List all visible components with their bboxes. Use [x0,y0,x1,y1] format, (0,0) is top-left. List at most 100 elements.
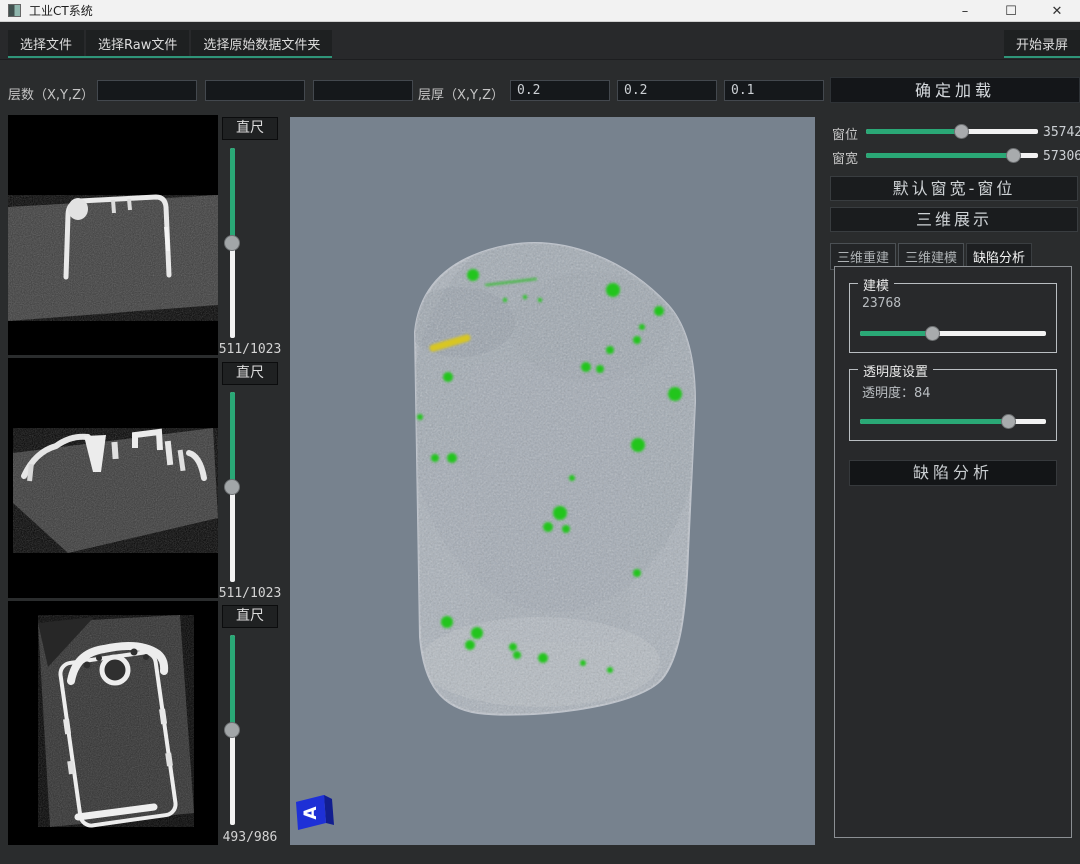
slider-handle[interactable] [954,124,969,139]
3d-viewport[interactable]: A [290,117,815,845]
slider-fill [230,635,235,730]
defect-marker [503,298,507,302]
window-level-label: 窗位 [832,124,858,143]
defect-marker [606,283,620,297]
slice-position-3: 493/986 [218,830,282,845]
orientation-cube[interactable]: A [293,790,339,832]
defect-marker [668,387,682,401]
defect-marker [443,372,453,382]
3d-render [290,117,815,845]
app-icon [8,4,21,17]
slice-slider-3[interactable] [224,635,240,825]
select-file-button[interactable]: 选择文件 [8,30,84,56]
defect-marker [553,506,567,520]
defect-analysis-panel: 建模 23768 透明度设置 透明度：84 缺陷分析 [834,266,1072,838]
defect-marker [465,640,475,650]
layer-count-x-input[interactable] [97,80,197,101]
layer-thickness-x-input[interactable] [510,80,610,101]
opacity-group-title: 透明度设置 [858,361,933,380]
slider-fill [866,129,962,134]
slider-handle[interactable] [925,326,940,341]
confirm-load-button[interactable]: 确定加载 [830,77,1080,103]
defect-marker [596,365,604,373]
defect-marker [633,569,641,577]
file-button-group: 选择文件 选择Raw文件 选择原始数据文件夹 [8,30,332,58]
defect-marker [417,414,423,420]
slice-position-2: 511/1023 [218,586,282,601]
modeling-slider[interactable] [860,326,1046,341]
display-3d-button[interactable]: 三维展示 [830,207,1078,232]
defect-marker [467,269,479,281]
defect-marker [441,616,453,628]
select-raw-file-button[interactable]: 选择Raw文件 [86,30,189,56]
title-bar: 工业CT系统 – ☐ ✕ [0,0,1080,22]
window-width-label: 窗宽 [832,148,858,167]
defect-marker [509,643,517,651]
default-window-button[interactable]: 默认窗宽-窗位 [830,176,1078,201]
defect-marker [639,324,645,330]
layer-count-y-input[interactable] [205,80,305,101]
defect-marker [654,306,664,316]
slider-fill [866,153,1014,158]
slider-handle[interactable] [1006,148,1021,163]
slice-image-2 [8,358,218,598]
window-width-slider[interactable] [866,148,1038,163]
ruler-button-3[interactable]: 直尺 [222,605,278,628]
select-raw-folder-button[interactable]: 选择原始数据文件夹 [191,30,332,56]
layer-thickness-y-input[interactable] [617,80,717,101]
slice-slider-2[interactable] [224,392,240,582]
slice-view-3[interactable] [8,601,218,845]
slider-handle[interactable] [224,479,240,495]
slider-handle[interactable] [1001,414,1016,429]
layer-thickness-label: 层厚（X,Y,Z） [418,84,504,103]
window-title: 工业CT系统 [29,2,93,19]
slider-fill [230,392,235,487]
layer-thickness-z-input[interactable] [724,80,824,101]
minimize-button[interactable]: – [942,0,988,22]
defect-marker [631,438,645,452]
defect-marker [607,667,613,673]
layer-count-z-input[interactable] [313,80,413,101]
defect-marker [523,295,527,299]
slider-handle[interactable] [224,722,240,738]
modeling-value: 23768 [862,296,901,311]
start-recording-button[interactable]: 开始录屏 [1004,30,1080,56]
defect-marker [431,454,439,462]
slider-fill [860,419,1009,424]
slider-fill [860,331,933,336]
ruler-button-2[interactable]: 直尺 [222,362,278,385]
defect-marker [538,653,548,663]
maximize-button[interactable]: ☐ [988,0,1034,22]
defect-marker [569,475,575,481]
defect-analysis-button[interactable]: 缺陷分析 [849,460,1057,486]
slider-fill [230,148,235,243]
window-level-slider[interactable] [866,124,1038,139]
close-button[interactable]: ✕ [1034,0,1080,22]
slice-position-1: 511/1023 [218,342,282,357]
slice-view-1[interactable] [8,115,218,355]
window-controls: – ☐ ✕ [942,0,1080,22]
opacity-group: 透明度设置 透明度：84 [849,369,1057,441]
opacity-value-label: 透明度：84 [862,382,931,401]
record-button-group: 开始录屏 [1004,30,1080,58]
window-width-value: 57306 [1043,149,1080,164]
defect-marker [471,627,483,639]
defect-marker [513,651,521,659]
slice-view-2[interactable] [8,358,218,598]
defect-marker [633,336,641,344]
slider-handle[interactable] [224,235,240,251]
slice-image-1 [8,115,218,355]
window-level-value: 35742 [1043,125,1080,140]
defect-marker [538,298,542,302]
toolbar: 选择文件 选择Raw文件 选择原始数据文件夹 开始录屏 [0,22,1080,60]
defect-marker [581,362,591,372]
defect-marker [580,660,586,666]
layer-count-label: 层数（X,Y,Z） [8,84,94,103]
slice-image-3 [8,601,218,845]
cube-axis-letter: A [301,806,321,820]
opacity-slider[interactable] [860,414,1046,429]
modeling-group-title: 建模 [858,275,894,294]
slice-slider-1[interactable] [224,148,240,338]
ruler-button-1[interactable]: 直尺 [222,117,278,140]
app-window: 工业CT系统 – ☐ ✕ 选择文件 选择Raw文件 选择原始数据文件夹 开始录屏… [0,0,1080,864]
